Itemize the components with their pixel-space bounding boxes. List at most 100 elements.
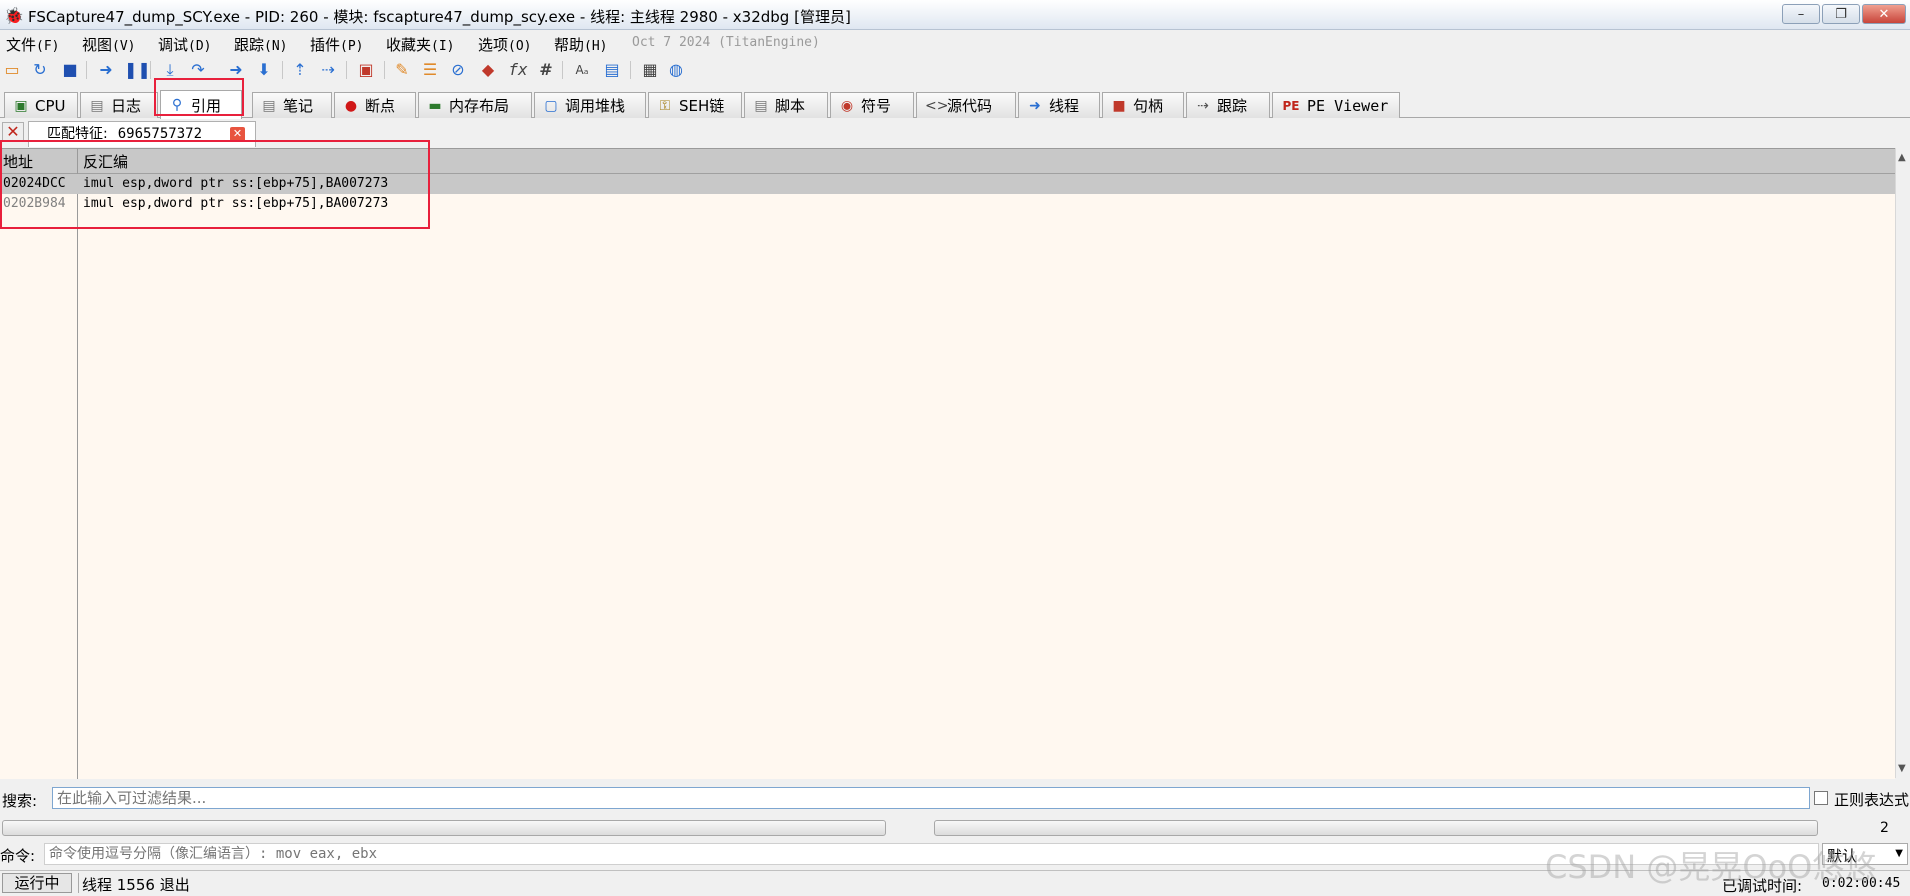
window-title: FSCapture47_dump_SCY.exe - PID: 260 - 模块… xyxy=(28,8,851,26)
breakpoint-icon: ● xyxy=(344,97,358,114)
window-controls: – ❐ ✕ xyxy=(1782,4,1906,24)
elapsed-time-label: 已调试时间: xyxy=(1722,877,1803,895)
seh-icon: ⚿ xyxy=(659,97,671,114)
column-header-address[interactable]: 地址 xyxy=(3,151,33,172)
scroll-up-icon[interactable]: ▲ xyxy=(1898,152,1906,163)
menu-help[interactable]: 帮助(H) xyxy=(554,34,608,55)
calculator-icon[interactable]: ▦ xyxy=(640,60,660,80)
scroll-down-icon[interactable]: ▼ xyxy=(1898,763,1906,774)
debug-state-badge: 运行中 xyxy=(2,873,72,893)
reference-tab-value: 6965757372 xyxy=(117,126,203,142)
tab-notes[interactable]: ▤ 笔记 xyxy=(252,92,332,118)
tab-references[interactable]: ⚲ 引用 xyxy=(160,90,242,119)
row-address: 0202B984 xyxy=(3,196,66,211)
log-icon: ▤ xyxy=(90,97,104,114)
tab-seh-chain[interactable]: ⚿ SEH链 xyxy=(648,92,742,118)
menu-options[interactable]: 选项(O) xyxy=(478,34,532,55)
cpu-icon: ▣ xyxy=(14,97,28,114)
command-bar: 命令: 默认 ▼ xyxy=(0,841,1910,867)
menu-debug[interactable]: 调试(D) xyxy=(158,34,212,55)
command-mode-value: 默认 xyxy=(1827,847,1858,865)
regex-checkbox[interactable] xyxy=(1814,791,1828,805)
close-all-tabs-icon[interactable]: ✕ xyxy=(2,122,24,142)
handles-icon: ■ xyxy=(1112,97,1126,114)
tab-source[interactable]: <> 源代码 xyxy=(916,92,1016,118)
call-stack-icon: ▢ xyxy=(544,97,558,114)
search-progress-bar xyxy=(2,820,886,836)
stop-icon[interactable]: ■ xyxy=(60,60,80,80)
tab-breakpoints[interactable]: ● 断点 xyxy=(334,92,416,118)
toolbar: ▭ ↻ ■ ➜ ❚❚ ⤓ ↷ ➜ ⬇ ⇡ ⇢ ▣ ✎ ☰ ⊘ ◆ fx # Aₐ… xyxy=(0,58,1910,84)
result-count: 2 xyxy=(1880,820,1889,836)
search-icon: ⚲ xyxy=(171,97,183,113)
pause-icon[interactable]: ❚❚ xyxy=(124,60,151,80)
row-disassembly: imul esp,dword ptr ss:[ebp+75],BA007273 xyxy=(83,176,389,191)
table-header: 地址 反汇编 xyxy=(0,149,1895,174)
tab-trace[interactable]: ⇢ 跟踪 xyxy=(1186,92,1270,118)
run-icon[interactable]: ➜ xyxy=(96,60,116,80)
tab-threads[interactable]: ➜ 线程 xyxy=(1018,92,1100,118)
references-table[interactable]: 地址 反汇编 02024DCC imul esp,dword ptr ss:[e… xyxy=(0,148,1895,779)
menu-plugins[interactable]: 插件(P) xyxy=(310,34,364,55)
menu-trace[interactable]: 跟踪(N) xyxy=(234,34,288,55)
elapsed-time: 0:02:00:45 xyxy=(1822,876,1901,891)
regex-label: 正则表达式 xyxy=(1834,791,1910,809)
minimize-button[interactable]: – xyxy=(1782,4,1820,24)
reference-tab[interactable]: 匹配特征: 6965757372 ✕ xyxy=(28,121,256,147)
reference-tab-bar: ✕ 匹配特征: 6965757372 ✕ xyxy=(0,119,1910,147)
restart-icon[interactable]: ↻ xyxy=(30,60,50,80)
status-bar: 运行中 线程 1556 退出 已调试时间: 0:02:00:45 xyxy=(0,870,1910,895)
patch-icon[interactable]: ✎ xyxy=(392,60,412,80)
trace-over-icon[interactable]: ⬇ xyxy=(254,60,274,80)
progress-row: 2 xyxy=(0,818,1910,838)
trace-into-icon[interactable]: ➜ xyxy=(226,60,246,80)
strings-icon[interactable]: Aₐ xyxy=(572,60,592,80)
close-tab-icon[interactable]: ✕ xyxy=(230,127,245,142)
settings-icon[interactable]: ▤ xyxy=(602,60,622,80)
tab-call-stack[interactable]: ▢ 调用堆栈 xyxy=(534,92,646,118)
source-icon: <> xyxy=(925,97,949,114)
menu-favourites[interactable]: 收藏夹(I) xyxy=(386,34,455,55)
labels-icon[interactable]: ⊘ xyxy=(448,60,468,80)
run-to-user-code-icon[interactable]: ⇢ xyxy=(318,60,338,80)
memory-icon: ▬ xyxy=(428,97,442,114)
hash-icon[interactable]: # xyxy=(536,60,556,80)
bookmarks-icon[interactable]: ◆ xyxy=(478,60,498,80)
title-bar: 🐞 FSCapture47_dump_SCY.exe - PID: 260 - … xyxy=(0,0,1910,30)
trace-icon: ⇢ xyxy=(1197,97,1209,114)
threads-icon: ➜ xyxy=(1029,97,1041,114)
notes-icon: ▤ xyxy=(262,97,276,114)
table-row[interactable]: 02024DCC imul esp,dword ptr ss:[ebp+75],… xyxy=(0,174,1895,194)
tab-script[interactable]: ▤ 脚本 xyxy=(744,92,828,118)
tab-pe-viewer[interactable]: PE PE Viewer xyxy=(1272,92,1400,118)
menu-view[interactable]: 视图(V) xyxy=(82,34,136,55)
version-label: Oct 7 2024 (TitanEngine) xyxy=(632,35,820,50)
scylla-icon[interactable]: ▣ xyxy=(356,60,376,80)
menu-bar: 文件(F) 视图(V) 调试(D) 跟踪(N) 插件(P) 收藏夹(I) 选项(… xyxy=(0,32,1910,54)
open-icon[interactable]: ▭ xyxy=(2,60,22,80)
table-row[interactable]: 0202B984 imul esp,dword ptr ss:[ebp+75],… xyxy=(0,194,1895,214)
symbols-icon: ◉ xyxy=(840,97,854,114)
search-input[interactable] xyxy=(52,787,1810,809)
execute-till-return-icon[interactable]: ⇡ xyxy=(290,60,310,80)
tab-cpu[interactable]: ▣ CPU xyxy=(4,92,78,118)
step-over-icon[interactable]: ↷ xyxy=(188,60,208,80)
comments-icon[interactable]: ☰ xyxy=(420,60,440,80)
tab-handles[interactable]: ■ 句柄 xyxy=(1102,92,1184,118)
restore-button[interactable]: ❐ xyxy=(1822,4,1860,24)
vertical-scrollbar[interactable]: ▲ ▼ xyxy=(1895,148,1910,778)
tab-bar: ▣ CPU ▤ 日志 ⚲ 引用 ▤ 笔记 ● 断点 ▬ 内存布局 ▢ 调用堆栈 ⚿ SEH链 ▤… xyxy=(0,90,1910,119)
command-input[interactable] xyxy=(44,843,1819,865)
status-message: 线程 1556 退出 xyxy=(82,876,190,894)
tab-symbols[interactable]: ◉ 符号 xyxy=(830,92,914,118)
pe-icon: PE xyxy=(1282,98,1300,113)
menu-file[interactable]: 文件(F) xyxy=(6,34,60,55)
close-button[interactable]: ✕ xyxy=(1862,4,1906,24)
tab-log[interactable]: ▤ 日志 xyxy=(80,92,158,118)
column-header-disassembly[interactable]: 反汇编 xyxy=(83,151,128,172)
functions-icon[interactable]: fx xyxy=(508,60,528,80)
step-into-icon[interactable]: ⤓ xyxy=(160,60,180,80)
command-mode-select[interactable]: 默认 ▼ xyxy=(1822,843,1908,865)
globe-icon[interactable]: ◍ xyxy=(666,60,686,80)
tab-memory-map[interactable]: ▬ 内存布局 xyxy=(418,92,532,118)
